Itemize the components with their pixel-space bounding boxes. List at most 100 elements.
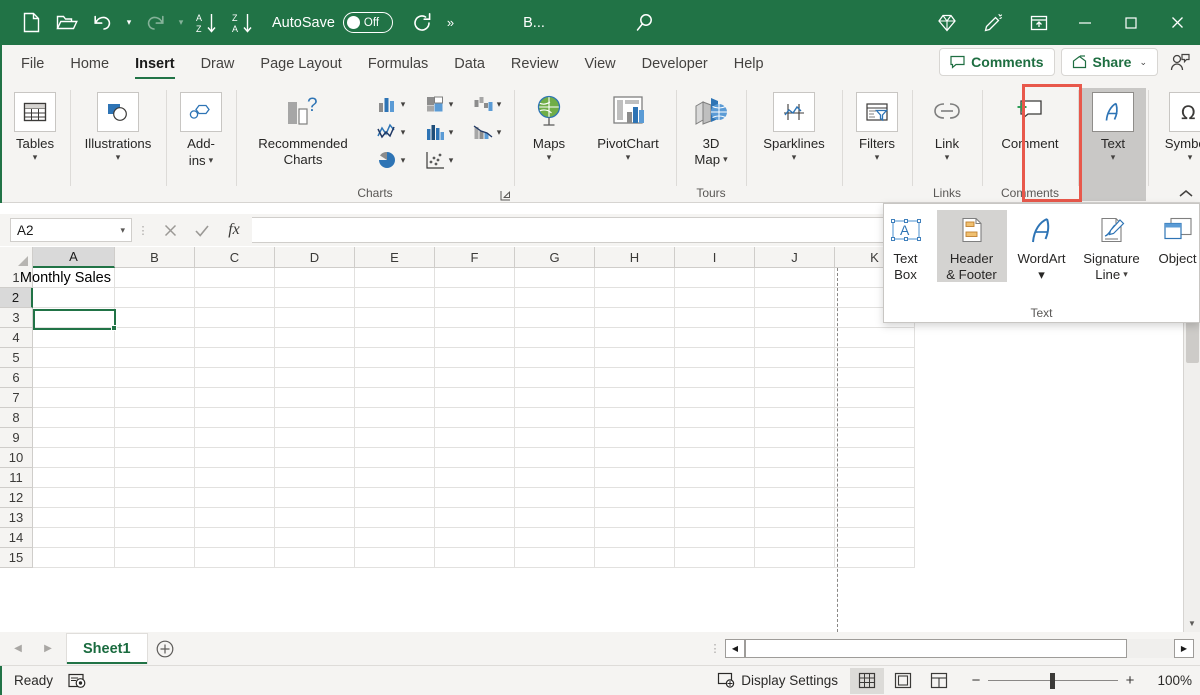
cell-a9[interactable] <box>33 428 115 448</box>
link-caret[interactable]: ▾ <box>945 152 950 163</box>
close-button[interactable] <box>1154 0 1200 45</box>
cell-a13[interactable] <box>33 508 115 528</box>
tables-button[interactable]: Tables ▾ <box>2 88 68 163</box>
cell-h1[interactable] <box>595 268 675 288</box>
cell-d7[interactable] <box>275 388 355 408</box>
zoom-out-button[interactable]: − <box>964 672 988 689</box>
text-button[interactable]: Text ▾ <box>1080 88 1146 201</box>
display-settings-button[interactable]: Display Settings <box>707 668 848 694</box>
cell-f14[interactable] <box>435 528 515 548</box>
scatter-chart-button[interactable]: ▾ <box>414 146 462 174</box>
cell-k6[interactable] <box>835 368 915 388</box>
cell-c5[interactable] <box>195 348 275 368</box>
cell-b7[interactable] <box>115 388 195 408</box>
cell-i7[interactable] <box>675 388 755 408</box>
zoom-in-button[interactable]: + <box>1118 672 1142 689</box>
cell-f5[interactable] <box>435 348 515 368</box>
column-header-i[interactable]: I <box>675 247 755 268</box>
name-box[interactable]: A2 ▾ <box>10 218 132 242</box>
cell-g9[interactable] <box>515 428 595 448</box>
row-header-7[interactable]: 7 <box>0 388 33 408</box>
header-footer-button[interactable]: Header & Footer <box>937 210 1007 282</box>
line-chart-button[interactable]: ▾ <box>366 118 414 146</box>
row-header-11[interactable]: 11 <box>0 468 33 488</box>
cell-a14[interactable] <box>33 528 115 548</box>
cell-i13[interactable] <box>675 508 755 528</box>
cell-d2[interactable] <box>275 288 355 308</box>
cell-j6[interactable] <box>755 368 835 388</box>
tab-draw[interactable]: Draw <box>188 45 248 82</box>
redo-dropdown-caret[interactable]: ▾ <box>174 7 188 39</box>
cell-f4[interactable] <box>435 328 515 348</box>
cell-b4[interactable] <box>115 328 195 348</box>
cell-g4[interactable] <box>515 328 595 348</box>
zoom-level-label[interactable]: 100% <box>1146 673 1192 688</box>
column-header-a[interactable]: A <box>33 247 115 268</box>
cell-c4[interactable] <box>195 328 275 348</box>
cell-f7[interactable] <box>435 388 515 408</box>
cell-e2[interactable] <box>355 288 435 308</box>
horizontal-scroll-thumb[interactable] <box>745 639 1127 658</box>
sheet-next-arrow[interactable]: ▶ <box>38 643 58 654</box>
cell-e13[interactable] <box>355 508 435 528</box>
cell-k5[interactable] <box>835 348 915 368</box>
hierarchy-chart-caret[interactable]: ▾ <box>449 99 454 110</box>
cell-b9[interactable] <box>115 428 195 448</box>
cell-a5[interactable] <box>33 348 115 368</box>
cell-c11[interactable] <box>195 468 275 488</box>
cell-g1[interactable] <box>515 268 595 288</box>
statistic-chart-button[interactable]: ▾ <box>414 118 462 146</box>
share-dropdown-caret[interactable]: ⌄ <box>1139 57 1147 68</box>
insert-function-button[interactable]: fx <box>218 217 250 243</box>
draw-pen-icon[interactable] <box>970 0 1016 45</box>
row-header-15[interactable]: 15 <box>0 548 33 568</box>
search-box[interactable] <box>633 11 657 35</box>
refresh-icon[interactable] <box>405 7 439 39</box>
row-header-8[interactable]: 8 <box>0 408 33 428</box>
cell-f9[interactable] <box>435 428 515 448</box>
combo-chart-button[interactable]: ▾ <box>462 118 510 146</box>
pivotchart-button[interactable]: PivotChart ▾ <box>582 88 674 163</box>
cell-c9[interactable] <box>195 428 275 448</box>
cell-j3[interactable] <box>755 308 835 328</box>
zoom-slider-thumb[interactable] <box>1050 673 1055 689</box>
tab-home[interactable]: Home <box>57 45 122 82</box>
horizontal-scrollbar[interactable] <box>745 639 1174 658</box>
name-box-caret[interactable]: ▾ <box>120 225 125 236</box>
cell-k4[interactable] <box>835 328 915 348</box>
cell-a15[interactable] <box>33 548 115 568</box>
cell-k8[interactable] <box>835 408 915 428</box>
undo-dropdown-caret[interactable]: ▾ <box>122 7 136 39</box>
normal-view-button[interactable] <box>850 668 884 694</box>
symbols-button[interactable]: Ω Symbols ▾ <box>1150 88 1200 163</box>
share-button[interactable]: Share ⌄ <box>1061 48 1158 76</box>
cell-a3[interactable] <box>33 308 115 328</box>
sparklines-button[interactable]: Sparklines ▾ <box>748 88 840 163</box>
cell-d1[interactable] <box>275 268 355 288</box>
page-layout-view-button[interactable] <box>886 668 920 694</box>
row-header-10[interactable]: 10 <box>0 448 33 468</box>
cell-f8[interactable] <box>435 408 515 428</box>
cell-d15[interactable] <box>275 548 355 568</box>
cell-h12[interactable] <box>595 488 675 508</box>
cell-g10[interactable] <box>515 448 595 468</box>
cell-b2[interactable] <box>115 288 195 308</box>
row-header-6[interactable]: 6 <box>0 368 33 388</box>
cell-g13[interactable] <box>515 508 595 528</box>
cell-e9[interactable] <box>355 428 435 448</box>
row-header-13[interactable]: 13 <box>0 508 33 528</box>
cell-b5[interactable] <box>115 348 195 368</box>
cell-d3[interactable] <box>275 308 355 328</box>
sort-ascending-icon[interactable]: AZ <box>190 7 224 39</box>
sheet-tab-sheet1[interactable]: Sheet1 <box>66 633 148 664</box>
cell-c15[interactable] <box>195 548 275 568</box>
column-header-f[interactable]: F <box>435 247 515 268</box>
cell-e11[interactable] <box>355 468 435 488</box>
cell-a10[interactable] <box>33 448 115 468</box>
cell-d12[interactable] <box>275 488 355 508</box>
link-button[interactable]: Link ▾ <box>914 88 980 163</box>
confirm-entry-button[interactable] <box>186 217 218 243</box>
signature-line-caret[interactable]: ▾ <box>1123 267 1128 282</box>
cell-c13[interactable] <box>195 508 275 528</box>
cell-a7[interactable] <box>33 388 115 408</box>
